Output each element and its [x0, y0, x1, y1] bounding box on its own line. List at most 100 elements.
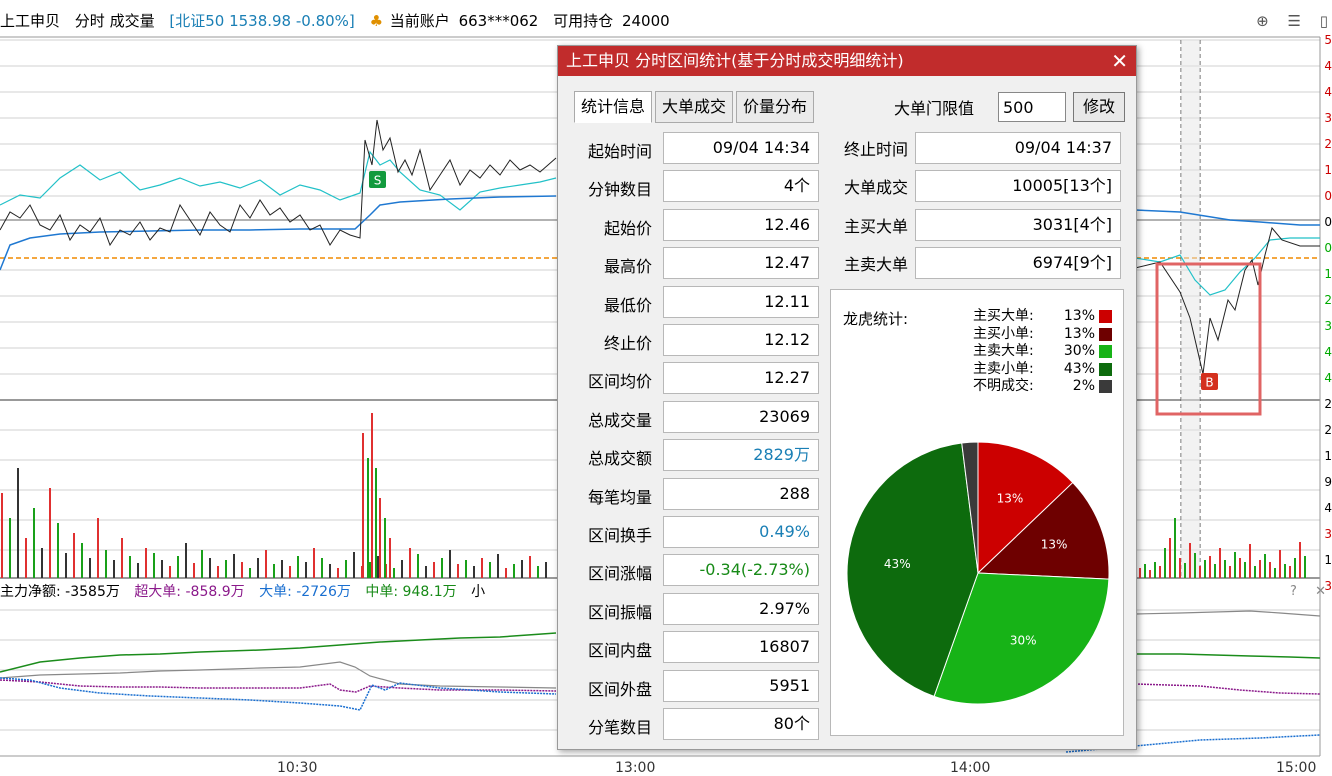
right-axis-digit: 3: [1324, 111, 1332, 125]
stat-value: 0.49%: [663, 516, 819, 548]
stat-value: 12.47: [663, 247, 819, 279]
pie-slice-label: 13%: [1041, 538, 1068, 552]
pie-chart: 13% 13% 30% 43%: [846, 441, 1110, 705]
holding-value: 24000: [621, 12, 670, 30]
pie-slice-label: 13%: [997, 491, 1024, 505]
menu-icon[interactable]: ☰: [1288, 12, 1301, 30]
right-axis-digit: 4: [1324, 501, 1332, 515]
medium-order: 中单: 948.1万: [365, 584, 457, 600]
dialog-titlebar[interactable]: 上工申贝 分时区间统计(基于分时成交明细统计) ✕: [558, 46, 1136, 76]
right-axis-digit: 5: [1324, 33, 1332, 47]
account-label: 当前账户: [389, 12, 450, 30]
right-axis-digit: 1: [1324, 553, 1332, 567]
stat-value: 09/04 14:37: [915, 132, 1121, 164]
stat-label: 终止价: [603, 334, 652, 353]
right-axis-digit: 4: [1324, 59, 1332, 73]
stat-label: 最低价: [603, 296, 652, 315]
stat-value: 12.11: [663, 286, 819, 318]
right-axis-digit: 0: [1324, 189, 1332, 203]
right-axis-digit: 0: [1324, 215, 1332, 229]
index-info[interactable]: [北证50 1538.98 -0.80%]: [169, 12, 354, 30]
capital-flow-bar: 主力净额: -3585万 超大单: -858.9万 大单: -2726万 中单:…: [0, 581, 495, 601]
indicator-controls: ? ✕: [1276, 584, 1326, 599]
view-label[interactable]: 分时 成交量: [75, 12, 155, 30]
right-axis-digit: 4: [1324, 85, 1332, 99]
holding-label: 可用持仓: [553, 12, 614, 30]
main-net: 主力净额: -3585万: [0, 584, 120, 600]
stat-value: 288: [663, 478, 819, 510]
stat-value: 12.46: [663, 209, 819, 241]
right-axis-digit: 1: [1324, 163, 1332, 177]
modify-button[interactable]: 修改: [1073, 92, 1125, 122]
stat-label: 区间均价: [587, 372, 652, 391]
stat-label: 终止时间: [843, 140, 908, 159]
stat-value: 12.12: [663, 324, 819, 356]
stat-label: 大单成交: [843, 178, 908, 197]
account-id: 663***062: [458, 12, 539, 30]
tab-price-volume[interactable]: 价量分布: [736, 91, 815, 123]
chart-controls: ⊕ ☰ ▯: [1242, 12, 1328, 30]
stat-value: 2829万: [663, 439, 819, 471]
stat-label: 分钟数目: [587, 180, 652, 199]
close-indicator-icon[interactable]: ✕: [1315, 584, 1326, 599]
stat-label: 分笔数目: [587, 718, 652, 737]
right-axis-digit: 2: [1324, 423, 1332, 437]
small-order: 小: [471, 584, 486, 600]
stat-label: 区间内盘: [587, 641, 652, 660]
dragon-tiger-panel: 龙虎统计: 主买大单: 13% 主买小单: 13% 主卖大单: 30% 主卖小单: 43% 不明…: [830, 289, 1124, 736]
stat-value: 10005[13个]: [915, 170, 1121, 202]
right-axis-digit: 1: [1324, 267, 1332, 281]
stat-label: 主卖大单: [843, 255, 908, 274]
stat-value: 4个: [663, 170, 819, 202]
pie-slice-label: 43%: [884, 557, 911, 571]
tab-stats[interactable]: 统计信息: [574, 91, 653, 123]
right-axis-digit: 2: [1324, 137, 1332, 151]
stat-value: 23069: [663, 401, 819, 433]
stat-label: 区间外盘: [587, 680, 652, 699]
stat-label: 区间涨幅: [587, 564, 652, 583]
dialog-title: 上工申贝 分时区间统计(基于分时成交明细统计): [566, 51, 904, 70]
stat-value: 3031[4个]: [915, 209, 1121, 241]
stat-label: 最高价: [603, 257, 652, 276]
right-axis-digit: 1: [1324, 449, 1332, 463]
dialog-tabs: 统计信息 大单成交 价量分布: [574, 91, 817, 123]
super-large: 超大单: -858.9万: [134, 584, 245, 600]
right-axis-digit: 4: [1324, 345, 1332, 359]
threshold-input[interactable]: 500: [998, 92, 1066, 122]
right-axis-digit: 3: [1324, 527, 1332, 541]
right-axis-digit: 9: [1324, 475, 1332, 489]
stat-label: 主买大单: [843, 217, 908, 236]
stat-value: -0.34(-2.73%): [663, 554, 819, 586]
up-icon[interactable]: ⊕: [1256, 12, 1269, 30]
help-icon[interactable]: ?: [1290, 584, 1297, 599]
chart-header: 上工申贝 分时 成交量 [北证50 1538.98 -0.80%] ♣ 当前账户…: [0, 10, 680, 32]
bell-icon[interactable]: ♣: [370, 12, 383, 30]
large-order: 大单: -2726万: [259, 584, 351, 600]
stock-name[interactable]: 上工申贝: [0, 12, 60, 30]
stat-label: 起始价: [603, 219, 652, 238]
sell-marker[interactable]: S: [374, 174, 382, 188]
buy-marker[interactable]: B: [1205, 376, 1213, 390]
stat-label: 起始时间: [587, 142, 652, 161]
right-axis-digit: 3: [1324, 319, 1332, 333]
stat-value: 6974[9个]: [915, 247, 1121, 279]
stat-label: 区间换手: [587, 526, 652, 545]
stat-value: 5951: [663, 670, 819, 702]
panel-icon[interactable]: ▯: [1320, 12, 1328, 30]
stat-label: 总成交额: [587, 449, 652, 468]
stat-value: 12.27: [663, 362, 819, 394]
right-axis-digit: 0: [1324, 241, 1332, 255]
stat-value: 09/04 14:34: [663, 132, 819, 164]
stat-label: 每笔均量: [587, 488, 652, 507]
stat-label: 区间振幅: [587, 603, 652, 622]
close-icon[interactable]: ✕: [1111, 46, 1128, 76]
pie-slice-label: 30%: [1010, 633, 1037, 647]
threshold-label: 大单门限值: [894, 99, 975, 118]
stat-value: 16807: [663, 631, 819, 663]
right-axis-digit: 2: [1324, 397, 1332, 411]
range-stats-dialog[interactable]: 上工申贝 分时区间统计(基于分时成交明细统计) ✕ 统计信息 大单成交 价量分布…: [557, 45, 1137, 750]
tab-large-orders[interactable]: 大单成交: [655, 91, 734, 123]
stat-label: 总成交量: [587, 411, 652, 430]
stat-value: 80个: [663, 708, 819, 740]
right-axis-digit: 4: [1324, 371, 1332, 385]
